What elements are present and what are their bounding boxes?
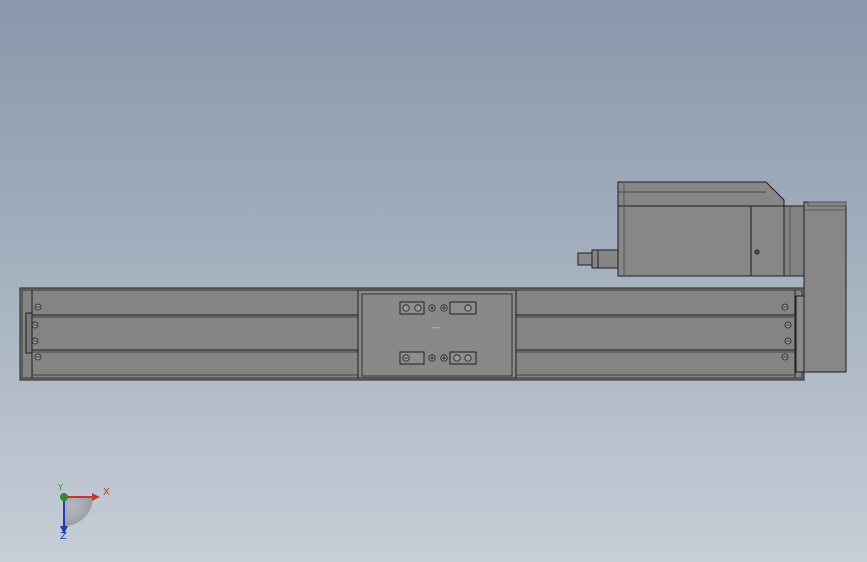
carriage-block	[357, 289, 517, 379]
motor-mount-block	[795, 295, 805, 373]
motor-flange	[783, 205, 807, 277]
bolt-hole-icon	[402, 304, 410, 312]
carriage-top-plate	[449, 301, 477, 315]
axis-triad[interactable]	[60, 493, 100, 534]
motor-shaft	[577, 252, 593, 266]
bolt-hole-icon	[464, 354, 472, 362]
cad-viewport[interactable]: X Y Z —	[0, 0, 867, 562]
x-axis-label: X	[103, 487, 110, 498]
x-axis-arrowhead	[92, 493, 100, 501]
cad-drawing[interactable]	[0, 0, 867, 562]
y-axis-dot	[60, 493, 68, 501]
triad-shade	[64, 497, 93, 526]
coupling-housing	[803, 201, 847, 373]
z-axis-label: Z	[60, 531, 67, 542]
linear-actuator	[19, 287, 805, 381]
carriage-center-mark: —	[431, 323, 440, 333]
bolt-hole-icon	[464, 304, 472, 312]
end-plate-left	[25, 312, 33, 354]
bolt-hole-icon	[414, 304, 422, 312]
motor-connector-hole	[754, 249, 760, 255]
bolt-hole-icon	[453, 354, 461, 362]
motor-shaft-collar	[591, 249, 619, 269]
y-axis-label: Y	[58, 483, 63, 492]
motor-body	[617, 181, 785, 277]
